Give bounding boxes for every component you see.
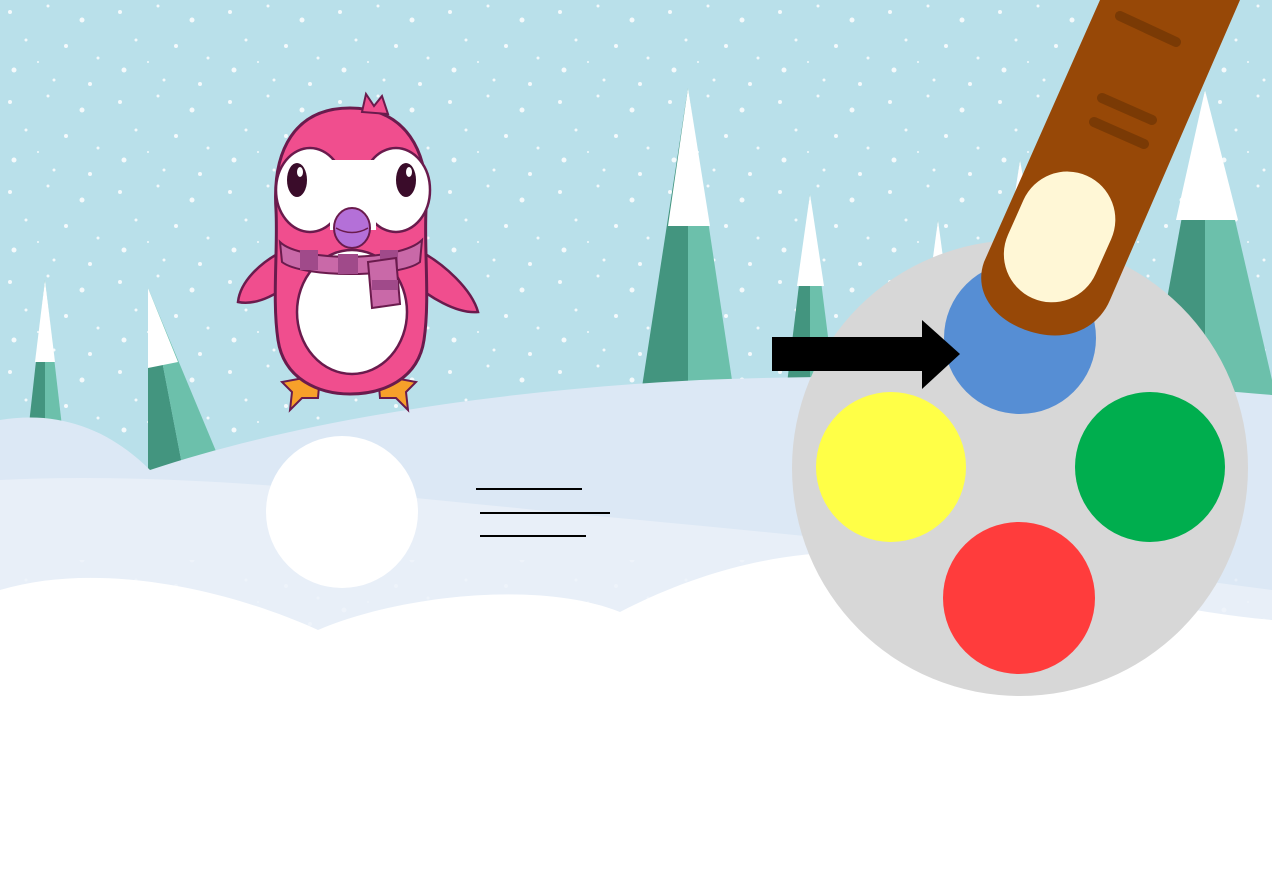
green-swatch[interactable] <box>1075 392 1225 542</box>
penguin-right-pupil <box>396 163 416 197</box>
yellow-swatch[interactable] <box>816 392 966 542</box>
game-scene <box>0 0 1272 877</box>
empty-circle-icon[interactable] <box>266 436 418 588</box>
penguin-left-pupil <box>287 163 307 197</box>
penguin-beak <box>333 207 371 249</box>
red-swatch[interactable] <box>943 522 1095 674</box>
